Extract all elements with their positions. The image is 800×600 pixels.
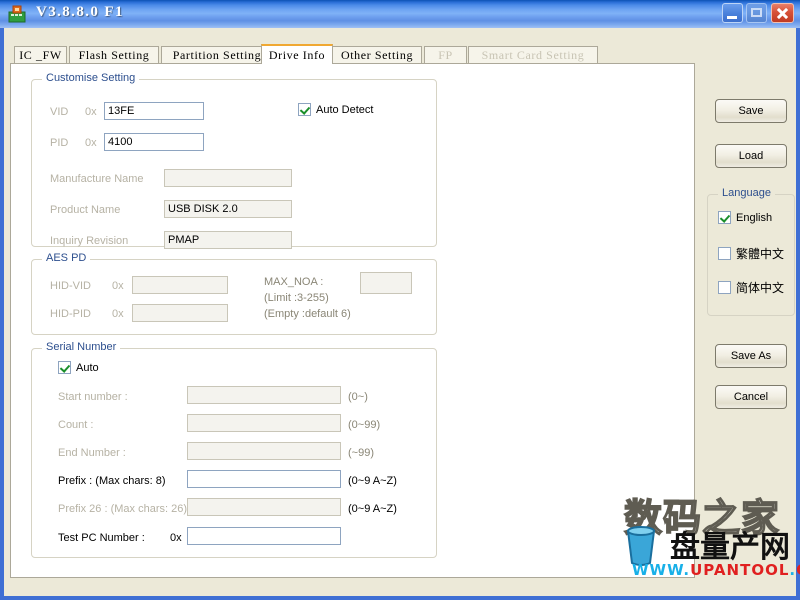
hid-vid-input[interactable] — [132, 276, 228, 294]
auto-detect-label: Auto Detect — [316, 104, 373, 116]
tab-fp: FP — [424, 46, 467, 64]
count-label: Count : — [58, 419, 93, 431]
serial-number-title: Serial Number — [42, 341, 120, 353]
maximize-icon[interactable] — [746, 3, 767, 23]
hid-pid-input[interactable] — [132, 304, 228, 322]
max-noa-label: MAX_NOA : — [264, 276, 323, 288]
prefix-hint: (0~9 A~Z) — [348, 475, 397, 487]
aes-pd-title: AES PD — [42, 252, 90, 264]
count-input[interactable] — [187, 414, 341, 432]
load-button[interactable]: Load — [715, 144, 787, 168]
product-name-input[interactable] — [164, 200, 292, 218]
pid-hex-prefix: 0x — [85, 137, 97, 149]
tab-drive-info[interactable]: Drive Info — [261, 44, 333, 64]
window-title: V3.8.8.0 F1 — [36, 4, 124, 21]
application-window: V3.8.8.0 F1 IC _FW Flash Setting Partiti… — [0, 0, 800, 600]
tab-strip: IC _FW Flash Setting Partition Setting D… — [10, 44, 790, 64]
language-group: Language English 繁體中文 简体中文 — [707, 194, 795, 316]
minimize-icon[interactable] — [722, 3, 743, 23]
right-action-panel: Save Load Language English 繁體中文 简体中文 Sav… — [699, 63, 796, 578]
hid-vid-label: HID-VID — [50, 280, 91, 292]
end-number-input[interactable] — [187, 442, 341, 460]
prefix26-input[interactable] — [187, 498, 341, 516]
language-option-traditional-chinese[interactable]: 繁體中文 — [718, 245, 784, 262]
aes-pd-group: AES PD HID-VID 0x HID-PID 0x MAX_NOA : (… — [31, 259, 437, 335]
inquiry-revision-input[interactable] — [164, 231, 292, 249]
hid-vid-hex-prefix: 0x — [112, 280, 124, 292]
manufacture-name-input[interactable] — [164, 169, 292, 187]
app-icon — [8, 5, 26, 23]
prefix-input[interactable] — [187, 470, 341, 488]
save-as-button[interactable]: Save As — [715, 344, 787, 368]
test-pc-number-label: Test PC Number : — [58, 532, 145, 544]
vid-label: VID — [50, 106, 68, 118]
test-pc-number-input[interactable] — [187, 527, 341, 545]
start-number-hint: (0~) — [348, 391, 368, 403]
start-number-label: Start number : — [58, 391, 128, 403]
start-number-input[interactable] — [187, 386, 341, 404]
cancel-button[interactable]: Cancel — [715, 385, 787, 409]
count-hint: (0~99) — [348, 419, 380, 431]
test-pc-number-hex-prefix: 0x — [170, 532, 182, 544]
tab-flash-setting[interactable]: Flash Setting — [69, 46, 159, 64]
prefix26-label: Prefix 26 : (Max chars: 26) — [58, 503, 187, 515]
serial-auto-label: Auto — [76, 362, 99, 374]
checkbox-icon — [298, 103, 311, 116]
language-option-simplified-chinese[interactable]: 简体中文 — [718, 279, 784, 296]
close-icon[interactable] — [771, 3, 794, 23]
watermark-url-tld: COM — [796, 561, 800, 579]
customise-setting-title: Customise Setting — [42, 72, 139, 84]
inquiry-revision-label: Inquiry Revision — [50, 235, 128, 247]
end-number-label: End Number : — [58, 447, 126, 459]
checkbox-icon — [718, 211, 731, 224]
pid-label: PID — [50, 137, 68, 149]
checkbox-icon — [58, 361, 71, 374]
vid-hex-prefix: 0x — [85, 106, 97, 118]
checkbox-icon — [718, 281, 731, 294]
language-english-label: English — [736, 212, 772, 224]
max-noa-input[interactable] — [360, 272, 412, 294]
max-noa-limit-hint: (Limit :3-255) — [264, 292, 329, 304]
serial-auto-checkbox[interactable]: Auto — [58, 361, 99, 374]
title-bar[interactable]: V3.8.8.0 F1 — [0, 0, 800, 28]
auto-detect-checkbox[interactable]: Auto Detect — [298, 103, 373, 116]
vid-input[interactable] — [104, 102, 204, 120]
language-traditional-chinese-label: 繁體中文 — [736, 245, 784, 262]
hid-pid-label: HID-PID — [50, 308, 91, 320]
save-button[interactable]: Save — [715, 99, 787, 123]
customise-setting-group: Customise Setting VID 0x PID 0x Auto Det… — [31, 79, 437, 247]
tab-ic-fw[interactable]: IC _FW — [14, 46, 67, 64]
language-title: Language — [718, 187, 775, 199]
language-simplified-chinese-label: 简体中文 — [736, 279, 784, 296]
drive-info-panel: Customise Setting VID 0x PID 0x Auto Det… — [10, 63, 695, 578]
tab-smart-card-setting: Smart Card Setting — [468, 46, 598, 64]
pid-input[interactable] — [104, 133, 204, 151]
max-noa-empty-hint: (Empty :default 6) — [264, 308, 351, 320]
tab-other-setting[interactable]: Other Setting — [332, 46, 422, 64]
manufacture-name-label: Manufacture Name — [50, 173, 144, 185]
end-number-hint: (~99) — [348, 447, 374, 459]
serial-number-group: Serial Number Auto Start number : (0~) C… — [31, 348, 437, 558]
prefix-label: Prefix : (Max chars: 8) — [58, 475, 166, 487]
tab-partition-setting[interactable]: Partition Setting — [161, 46, 273, 64]
hid-pid-hex-prefix: 0x — [112, 308, 124, 320]
checkbox-icon — [718, 247, 731, 260]
language-option-english[interactable]: English — [718, 211, 772, 224]
product-name-label: Product Name — [50, 204, 120, 216]
prefix26-hint: (0~9 A~Z) — [348, 503, 397, 515]
